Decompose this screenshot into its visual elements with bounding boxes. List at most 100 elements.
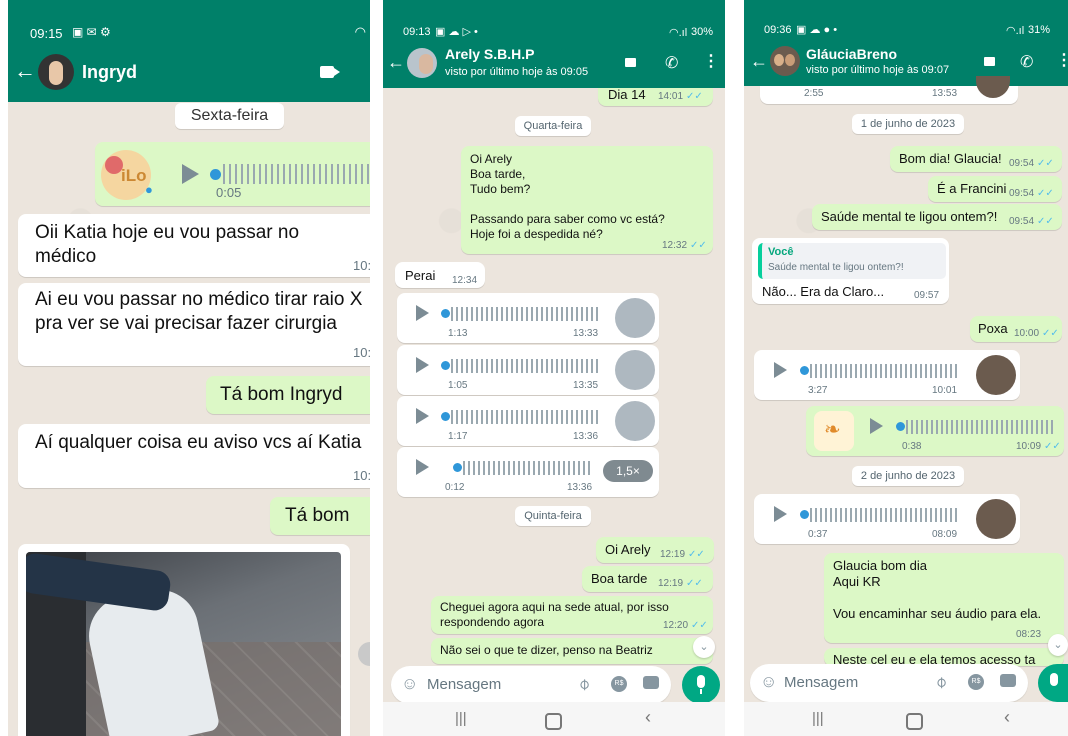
audio-message[interactable]: 1:17 13:36 [397,396,659,446]
play-icon[interactable] [774,506,787,522]
play-icon[interactable] [416,305,429,321]
reply-message[interactable]: Você Saúde mental te ligou ontem?! Não..… [752,238,949,304]
outgoing-message[interactable]: Oi Arely Boa tarde, Tudo bem? Passando p… [461,146,713,254]
contact-name[interactable]: Ingryd [82,62,137,83]
outgoing-message[interactable]: Tá bom [270,497,370,535]
audio-message[interactable]: iLo ● 0:05 [95,142,370,206]
contact-avatar[interactable] [38,54,74,90]
quoted-message[interactable]: Você Saúde mental te ligou ontem?! [758,243,946,279]
playback-position-dot[interactable] [800,366,809,375]
attach-icon[interactable]: ⌀ [930,672,951,693]
home-icon[interactable] [545,713,562,730]
playback-position-dot[interactable] [896,422,905,431]
payment-icon[interactable]: R$ [611,676,627,692]
play-icon[interactable] [774,362,787,378]
back-arrow-icon[interactable]: ← [14,58,36,84]
mic-icon [1050,673,1058,686]
audio-message[interactable]: ❧ 0:38 10:09 ✓✓ [806,406,1064,456]
play-icon[interactable] [182,164,199,184]
incoming-message[interactable]: Oii Katia hoje eu vou passar no médico 1… [18,214,370,277]
audio-waveform[interactable] [810,508,960,522]
incoming-message[interactable]: Perai 12:34 [395,262,485,288]
playback-speed-button[interactable]: 1,5× [603,460,653,482]
payment-icon[interactable]: R$ [968,674,984,690]
outgoing-message[interactable]: Poxa 10:00 ✓✓ [970,316,1062,342]
contact-name[interactable]: GláuciaBreno [806,46,897,62]
mic-icon: ● [145,182,153,197]
audio-message[interactable]: 0:12 13:36 1,5× [397,447,659,497]
playback-position-dot[interactable] [800,510,809,519]
incoming-message[interactable]: Aí qualquer coisa eu aviso vcs aí Katia … [18,424,370,488]
audio-message[interactable]: 1:05 13:35 [397,345,659,395]
audio-waveform[interactable] [810,364,960,378]
outgoing-message[interactable]: Boa tarde 12:19 ✓✓ [582,566,713,592]
outgoing-message[interactable]: Tá bom Ingryd [206,376,370,414]
attach-icon[interactable]: ⌀ [573,674,594,695]
incoming-message[interactable]: Ai eu vou passar no médico tirar raio X … [18,283,370,366]
back-arrow-icon[interactable]: ← [750,51,768,72]
message-input[interactable]: Mensagem [427,676,501,693]
home-icon[interactable] [906,713,923,730]
camera-icon[interactable] [643,676,659,689]
video-call-icon[interactable] [625,58,636,67]
last-seen: visto por último hoje às 09:05 [445,66,589,78]
outgoing-message[interactable]: Glaucia bom dia Aqui KR Vou encaminhar s… [824,553,1064,643]
phone-call-icon[interactable]: ✆ [665,53,678,73]
audio-waveform[interactable] [463,461,593,475]
message-text: Não... Era da Claro... [762,284,885,299]
playback-position-dot[interactable] [453,463,462,472]
emoji-icon[interactable]: ☺ [401,674,418,694]
back-nav-icon[interactable]: ‹ [645,707,651,728]
play-icon[interactable] [870,418,883,434]
emoji-icon[interactable]: ☺ [760,672,777,692]
play-icon[interactable] [416,408,429,424]
message-input-bar[interactable]: ☺ Mensagem ⌀ R$ [750,664,1028,702]
video-call-icon[interactable] [320,66,340,78]
outgoing-message[interactable]: Bom dia! Glaucia! 09:54 ✓✓ [890,146,1062,172]
recents-icon[interactable]: ||| [812,710,824,727]
back-nav-icon[interactable]: ‹ [1004,707,1010,728]
outgoing-message[interactable]: Não sei o que te dizer, penso na Beatriz [431,638,713,664]
audio-message[interactable]: 3:27 10:01 [754,350,1020,400]
audio-message[interactable]: 2:55 13:53 [760,76,1018,104]
outgoing-message[interactable]: Saúde mental te ligou ontem?! 09:54 ✓✓ [812,204,1062,230]
contact-avatar[interactable] [407,48,437,78]
photo-leg-cast[interactable] [26,552,341,736]
image-message[interactable] [18,544,350,736]
audio-waveform[interactable] [906,420,1056,434]
playback-position-dot[interactable] [210,169,221,180]
message-time-value: 10:00 [1014,328,1040,339]
audio-waveform[interactable] [451,359,601,373]
mic-button[interactable] [1038,664,1068,702]
contact-avatar[interactable] [770,46,800,76]
audio-waveform[interactable] [451,307,601,321]
outgoing-message[interactable]: É a Francini 09:54 ✓✓ [928,176,1062,202]
outgoing-message[interactable]: Oi Arely 12:19 ✓✓ [596,537,714,563]
scroll-down-icon[interactable]: ⌄ [1048,634,1068,656]
menu-icon[interactable]: ⋮ [703,51,719,71]
playback-position-dot[interactable] [441,309,450,318]
audio-message[interactable]: 0:37 08:09 [754,494,1020,544]
outgoing-message[interactable]: Cheguei agora aqui na sede atual, por is… [431,596,713,634]
playback-position-dot[interactable] [441,361,450,370]
scroll-down-icon[interactable]: ⌄ [693,636,715,658]
play-icon[interactable] [416,459,429,475]
audio-message[interactable]: 1:13 13:33 [397,293,659,343]
audio-waveform[interactable] [451,410,601,424]
playback-position-dot[interactable] [441,412,450,421]
recents-icon[interactable]: ||| [455,710,467,727]
phone-call-icon[interactable]: ✆ [1020,52,1033,72]
mic-button[interactable] [682,666,720,704]
message-time: 13:35 [573,380,599,391]
message-input[interactable]: Mensagem [784,674,858,691]
camera-icon[interactable] [1000,674,1016,687]
play-icon[interactable] [416,357,429,373]
message-input-bar[interactable]: ☺ Mensagem ⌀ R$ [391,666,671,704]
audio-waveform[interactable] [223,164,370,184]
message-time: 10: [353,345,370,360]
contact-name[interactable]: Arely S.B.H.P [445,46,534,62]
outgoing-message[interactable]: Dia 14 14:01 ✓✓ [598,87,713,106]
back-arrow-icon[interactable]: ← [387,52,405,73]
menu-icon[interactable]: ⋮ [1056,50,1068,70]
video-call-icon[interactable] [984,57,995,66]
